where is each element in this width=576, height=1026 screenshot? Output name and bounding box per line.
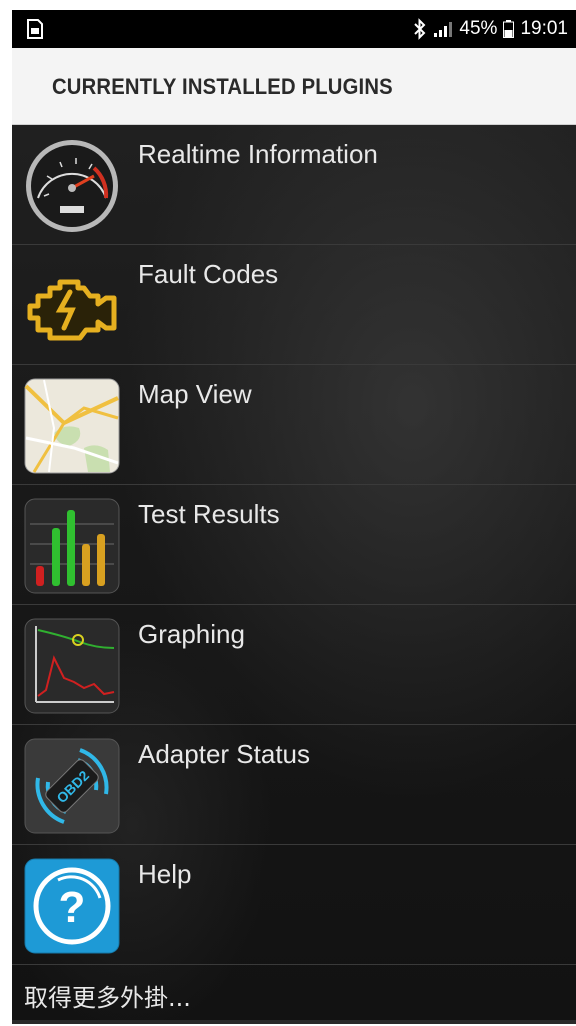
plugin-item-fault-codes[interactable]: Fault Codes: [12, 245, 576, 365]
page-title: CURRENTLY INSTALLED PLUGINS: [52, 74, 393, 99]
plugin-item-realtime-information[interactable]: Realtime Information: [12, 125, 576, 245]
plugin-item-test-results[interactable]: Test Results: [12, 485, 576, 605]
plugin-label: Adapter Status: [138, 739, 310, 769]
bottom-divider: [12, 1020, 576, 1024]
battery-percent: 45%: [459, 18, 498, 39]
help-icon: ?: [24, 858, 120, 954]
phone-screen: 45% 19:01 CURRENTLY INSTALLED PLUGINS Re…: [12, 10, 576, 1024]
signal-icon: [433, 20, 453, 38]
check-engine-icon: [24, 258, 120, 354]
plugin-item-graphing[interactable]: Graphing: [12, 605, 576, 725]
plugin-list: Realtime Information Fault Codes Map Vie…: [12, 125, 576, 965]
get-more-plugins-label: 取得更多外掛...: [24, 984, 191, 1012]
plugin-label: Graphing: [138, 619, 245, 649]
bluetooth-icon: [413, 18, 427, 40]
plugin-list-area: Realtime Information Fault Codes Map Vie…: [12, 125, 576, 1024]
plugin-label: Test Results: [138, 499, 280, 529]
plugin-item-adapter-status[interactable]: OBD2 Adapter Status: [12, 725, 576, 845]
plugin-label: Realtime Information: [138, 139, 378, 169]
svg-text:?: ?: [59, 883, 86, 932]
plugin-label: Map View: [138, 379, 252, 409]
get-more-plugins-link[interactable]: 取得更多外掛...: [12, 962, 576, 1024]
plugin-label: Help: [138, 859, 192, 889]
sim-card-icon: [26, 19, 44, 39]
plugin-item-help[interactable]: ? Help: [12, 845, 576, 965]
battery-icon: [503, 20, 515, 38]
speedometer-icon: [24, 138, 120, 234]
plugin-label: Fault Codes: [138, 259, 279, 289]
obd2-adapter-icon: OBD2: [24, 738, 120, 834]
status-bar: 45% 19:01: [12, 10, 576, 48]
bar-graph-icon: [24, 498, 120, 594]
app-header: CURRENTLY INSTALLED PLUGINS: [12, 48, 576, 125]
line-graph-icon: [24, 618, 120, 714]
plugin-item-map-view[interactable]: Map View: [12, 365, 576, 485]
map-icon: [24, 378, 120, 474]
clock: 19:01: [520, 18, 568, 39]
